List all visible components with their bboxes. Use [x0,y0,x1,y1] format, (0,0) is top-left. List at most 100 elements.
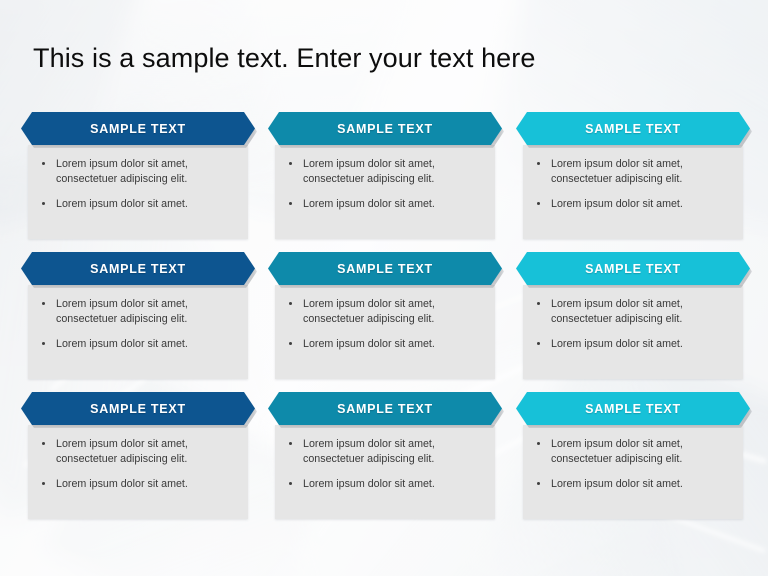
card-row: SAMPLE TEXT Lorem ipsum dolor sit amet, c… [0,112,768,252]
presentation-slide: This is a sample text. Enter your text h… [0,0,768,576]
info-card-r1c2[interactable]: SAMPLE TEXT Lorem ipsum dolor sit amet, c… [268,112,502,239]
card-header-label: SAMPLE TEXT [585,261,681,276]
bullet-item: Lorem ipsum dolor sit amet. [285,197,485,212]
bullet-text: Lorem ipsum dolor sit amet, consectetuer… [56,298,188,325]
bullet-dot-icon [42,482,45,485]
card-body-r2c2: Lorem ipsum dolor sit amet, consectetuer… [275,285,495,379]
bullet-text: Lorem ipsum dolor sit amet. [551,198,683,210]
bullet-text: Lorem ipsum dolor sit amet. [56,478,188,490]
card-header-label: SAMPLE TEXT [337,401,433,416]
bullet-list: Lorem ipsum dolor sit amet, consectetuer… [38,437,238,492]
bullet-dot-icon [289,162,292,165]
card-grid: SAMPLE TEXT Lorem ipsum dolor sit amet, c… [0,112,768,532]
bullet-text: Lorem ipsum dolor sit amet, consectetuer… [551,298,683,325]
bullet-text: Lorem ipsum dolor sit amet, consectetuer… [551,438,683,465]
card-banner-r2c2[interactable]: SAMPLE TEXT [268,252,502,285]
bullet-text: Lorem ipsum dolor sit amet. [303,338,435,350]
card-header-label: SAMPLE TEXT [585,401,681,416]
bullet-dot-icon [42,302,45,305]
bullet-dot-icon [289,302,292,305]
bullet-item: Lorem ipsum dolor sit amet, consectetuer… [38,437,238,466]
card-body-r3c2: Lorem ipsum dolor sit amet, consectetuer… [275,425,495,519]
bullet-item: Lorem ipsum dolor sit amet. [38,477,238,492]
bullet-item: Lorem ipsum dolor sit amet. [533,197,733,212]
bullet-text: Lorem ipsum dolor sit amet. [551,478,683,490]
bullet-item: Lorem ipsum dolor sit amet, consectetuer… [285,297,485,326]
bullet-dot-icon [289,482,292,485]
info-card-r2c3[interactable]: SAMPLE TEXT Lorem ipsum dolor sit amet, c… [516,252,750,379]
card-banner-r3c3[interactable]: SAMPLE TEXT [516,392,750,425]
bullet-list: Lorem ipsum dolor sit amet, consectetuer… [533,157,733,212]
bullet-dot-icon [42,342,45,345]
bullet-text: Lorem ipsum dolor sit amet, consectetuer… [303,298,435,325]
bullet-list: Lorem ipsum dolor sit amet, consectetuer… [285,437,485,492]
bullet-item: Lorem ipsum dolor sit amet. [285,337,485,352]
bullet-text: Lorem ipsum dolor sit amet, consectetuer… [551,158,683,185]
info-card-r1c3[interactable]: SAMPLE TEXT Lorem ipsum dolor sit amet, c… [516,112,750,239]
card-banner-r1c3[interactable]: SAMPLE TEXT [516,112,750,145]
bullet-item: Lorem ipsum dolor sit amet, consectetuer… [38,157,238,186]
bullet-list: Lorem ipsum dolor sit amet, consectetuer… [285,297,485,352]
card-body-r2c3: Lorem ipsum dolor sit amet, consectetuer… [523,285,743,379]
bullet-list: Lorem ipsum dolor sit amet, consectetuer… [533,297,733,352]
bullet-dot-icon [289,442,292,445]
card-banner-r1c2[interactable]: SAMPLE TEXT [268,112,502,145]
bullet-text: Lorem ipsum dolor sit amet, consectetuer… [303,158,435,185]
bullet-text: Lorem ipsum dolor sit amet. [56,198,188,210]
card-header-label: SAMPLE TEXT [90,261,186,276]
bullet-item: Lorem ipsum dolor sit amet. [533,477,733,492]
card-row: SAMPLE TEXT Lorem ipsum dolor sit amet, c… [0,392,768,532]
card-header-label: SAMPLE TEXT [585,121,681,136]
bullet-text: Lorem ipsum dolor sit amet. [56,338,188,350]
bullet-dot-icon [537,342,540,345]
card-header-label: SAMPLE TEXT [337,121,433,136]
bullet-text: Lorem ipsum dolor sit amet, consectetuer… [303,438,435,465]
bullet-dot-icon [537,162,540,165]
info-card-r3c2[interactable]: SAMPLE TEXT Lorem ipsum dolor sit amet, c… [268,392,502,519]
bullet-list: Lorem ipsum dolor sit amet, consectetuer… [285,157,485,212]
bullet-dot-icon [289,342,292,345]
bullet-item: Lorem ipsum dolor sit amet, consectetuer… [533,297,733,326]
info-card-r2c1[interactable]: SAMPLE TEXT Lorem ipsum dolor sit amet, c… [21,252,255,379]
bullet-dot-icon [289,202,292,205]
bullet-dot-icon [537,482,540,485]
card-body-r3c1: Lorem ipsum dolor sit amet, consectetuer… [28,425,248,519]
card-banner-r3c2[interactable]: SAMPLE TEXT [268,392,502,425]
info-card-r3c3[interactable]: SAMPLE TEXT Lorem ipsum dolor sit amet, c… [516,392,750,519]
info-card-r3c1[interactable]: SAMPLE TEXT Lorem ipsum dolor sit amet, c… [21,392,255,519]
bullet-item: Lorem ipsum dolor sit amet, consectetuer… [533,157,733,186]
card-header-label: SAMPLE TEXT [337,261,433,276]
bullet-list: Lorem ipsum dolor sit amet, consectetuer… [533,437,733,492]
info-card-r1c1[interactable]: SAMPLE TEXT Lorem ipsum dolor sit amet, c… [21,112,255,239]
info-card-r2c2[interactable]: SAMPLE TEXT Lorem ipsum dolor sit amet, c… [268,252,502,379]
card-banner-r2c1[interactable]: SAMPLE TEXT [21,252,255,285]
bullet-dot-icon [537,202,540,205]
card-body-r1c2: Lorem ipsum dolor sit amet, consectetuer… [275,145,495,239]
bullet-list: Lorem ipsum dolor sit amet, consectetuer… [38,157,238,212]
bullet-text: Lorem ipsum dolor sit amet, consectetuer… [56,438,188,465]
card-header-label: SAMPLE TEXT [90,401,186,416]
bullet-text: Lorem ipsum dolor sit amet. [303,478,435,490]
bullet-item: Lorem ipsum dolor sit amet. [38,337,238,352]
bullet-dot-icon [42,202,45,205]
bullet-dot-icon [42,162,45,165]
card-banner-r3c1[interactable]: SAMPLE TEXT [21,392,255,425]
card-body-r2c1: Lorem ipsum dolor sit amet, consectetuer… [28,285,248,379]
bullet-text: Lorem ipsum dolor sit amet. [303,198,435,210]
bullet-item: Lorem ipsum dolor sit amet. [533,337,733,352]
card-banner-r2c3[interactable]: SAMPLE TEXT [516,252,750,285]
bullet-dot-icon [537,442,540,445]
card-row: SAMPLE TEXT Lorem ipsum dolor sit amet, c… [0,252,768,392]
card-header-label: SAMPLE TEXT [90,121,186,136]
bullet-item: Lorem ipsum dolor sit amet, consectetuer… [285,157,485,186]
bullet-item: Lorem ipsum dolor sit amet, consectetuer… [38,297,238,326]
card-body-r3c3: Lorem ipsum dolor sit amet, consectetuer… [523,425,743,519]
bullet-dot-icon [42,442,45,445]
bullet-item: Lorem ipsum dolor sit amet. [38,197,238,212]
bullet-item: Lorem ipsum dolor sit amet. [285,477,485,492]
slide-title: This is a sample text. Enter your text h… [33,43,536,73]
bullet-text: Lorem ipsum dolor sit amet, consectetuer… [56,158,188,185]
card-body-r1c3: Lorem ipsum dolor sit amet, consectetuer… [523,145,743,239]
bullet-item: Lorem ipsum dolor sit amet, consectetuer… [533,437,733,466]
card-banner-r1c1[interactable]: SAMPLE TEXT [21,112,255,145]
